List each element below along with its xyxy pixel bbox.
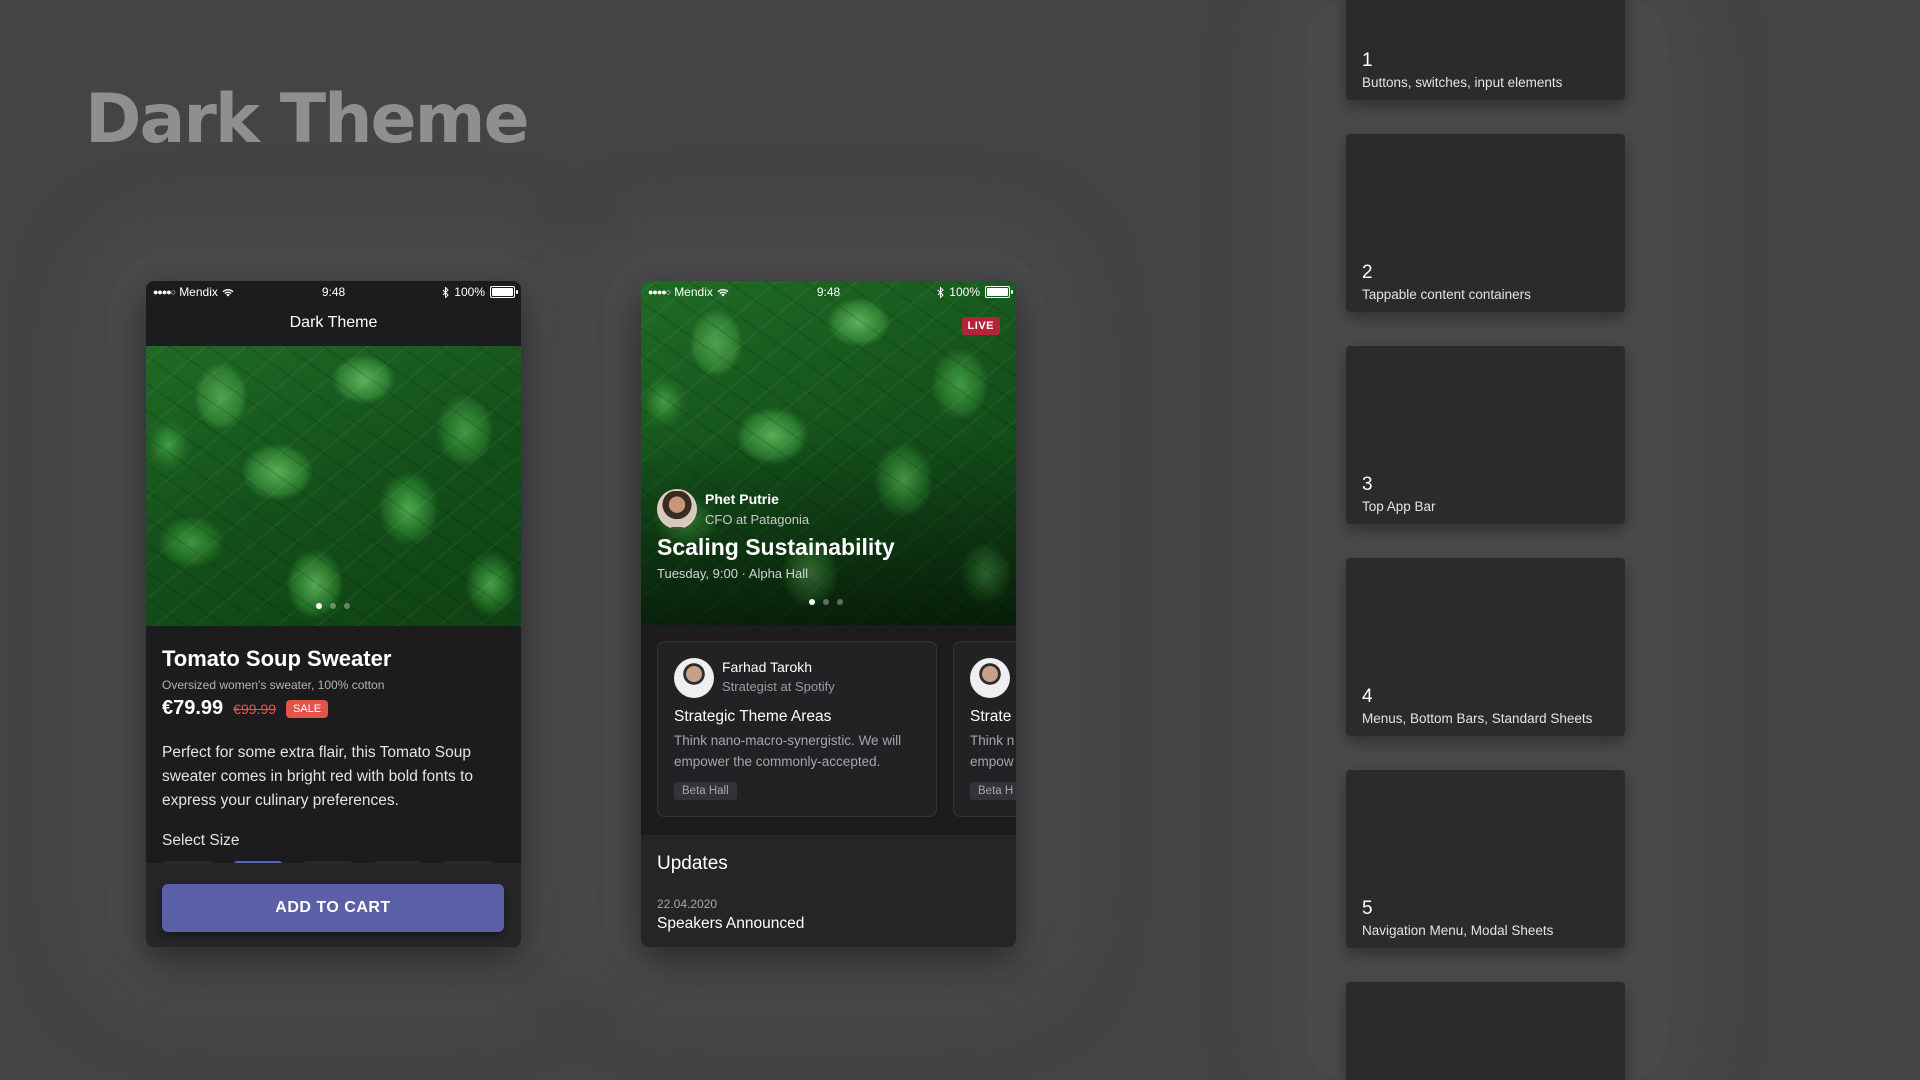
category-card[interactable]: 3 Top App Bar: [1346, 346, 1625, 524]
session-description: Think nano-macro-synergistic. We will em…: [674, 733, 902, 769]
select-size-label: Select Size: [162, 832, 240, 849]
category-label: Tappable content containers: [1362, 287, 1531, 302]
product-description: Perfect for some extra flair, this Tomat…: [162, 744, 474, 809]
carousel-indicator[interactable]: [316, 603, 350, 609]
category-label: Buttons, switches, input elements: [1362, 75, 1563, 90]
category-number: 2: [1362, 262, 1373, 283]
session-card[interactable]: Farhad Tarokh Strategist at Spotify Stra…: [657, 641, 937, 817]
page-title: Dark Theme: [85, 80, 530, 159]
speaker-avatar: [970, 658, 1010, 698]
hero-speaker-role: CFO at Patagonia: [705, 512, 810, 527]
product-image[interactable]: [146, 346, 521, 626]
carousel-dot[interactable]: [809, 599, 815, 605]
bluetooth-icon: [442, 286, 450, 298]
carousel-dot[interactable]: [823, 599, 829, 605]
price: €79.99: [162, 697, 224, 719]
category-card[interactable]: [1346, 982, 1625, 1080]
live-badge: LIVE: [961, 317, 1000, 335]
session-location-tag: Beta H: [970, 782, 1016, 800]
carousel-indicator[interactable]: [809, 599, 843, 605]
price-row: €79.99 €99.99 SALE: [162, 697, 329, 720]
session-location-tag: Beta Hall: [674, 782, 737, 800]
status-bar: ●●●●○ Mendix 9:48 100%: [146, 281, 521, 303]
battery-percent: 100%: [454, 285, 485, 299]
product-subtitle: Oversized women's sweater, 100% cotton: [162, 678, 385, 692]
session-title: Strategic Theme Areas: [674, 708, 832, 725]
product-name: Tomato Soup Sweater: [162, 646, 392, 671]
session-card[interactable]: Strate Think n empow Beta H: [953, 641, 1016, 817]
battery-percent: 100%: [949, 285, 980, 299]
category-card[interactable]: 4 Menus, Bottom Bars, Standard Sheets: [1346, 558, 1625, 736]
add-to-cart-button[interactable]: ADD TO CART: [162, 884, 504, 932]
battery-icon: [490, 286, 518, 298]
updates-title: Updates: [657, 853, 728, 874]
category-number: 3: [1362, 474, 1373, 495]
category-label: Top App Bar: [1362, 499, 1436, 514]
speaker-avatar: [674, 658, 714, 698]
category-number: 4: [1362, 686, 1373, 707]
category-card[interactable]: 5 Navigation Menu, Modal Sheets: [1346, 770, 1625, 948]
update-headline[interactable]: Speakers Announced: [657, 915, 804, 933]
category-label: Navigation Menu, Modal Sheets: [1362, 923, 1554, 938]
session-description: Think n empow: [970, 733, 1015, 769]
app-bar-title: Dark Theme: [289, 314, 378, 331]
category-card[interactable]: 2 Tappable content containers: [1346, 134, 1625, 312]
battery-icon: [985, 286, 1013, 298]
event-phone-screen: ●●●●○ Mendix 9:48 100% LIVE Phet Putrie …: [641, 281, 1016, 947]
carousel-dot[interactable]: [330, 603, 336, 609]
carousel-dot[interactable]: [316, 603, 322, 609]
event-content: Farhad Tarokh Strategist at Spotify Stra…: [641, 625, 1016, 947]
category-number: 1: [1362, 50, 1373, 71]
old-price: €99.99: [233, 700, 276, 717]
category-number: 5: [1362, 898, 1373, 919]
status-bar: ●●●●○ Mendix 9:48 100%: [641, 281, 1016, 303]
updates-section: Updates 22.04.2020 Speakers Announced: [641, 835, 1016, 947]
sale-badge: SALE: [286, 699, 329, 718]
bluetooth-icon: [937, 286, 945, 298]
hero-speaker-name: Phet Putrie: [705, 491, 779, 507]
session-title: Strate: [970, 708, 1012, 725]
carousel-dot[interactable]: [837, 599, 843, 605]
session-speaker-role: Strategist at Spotify: [722, 679, 835, 694]
product-phone-screen: ●●●●○ Mendix 9:48 100% Dark Theme Tomato…: [146, 281, 521, 947]
carousel-dot[interactable]: [344, 603, 350, 609]
top-app-bar: Dark Theme: [146, 303, 521, 346]
category-card[interactable]: 1 Buttons, switches, input elements: [1346, 0, 1625, 100]
hero-event-title[interactable]: Scaling Sustainability: [657, 534, 895, 561]
speaker-avatar: [657, 489, 697, 529]
session-speaker-name: Farhad Tarokh: [722, 659, 813, 675]
hero-event-meta: Tuesday, 9:00 · Alpha Hall: [657, 566, 809, 581]
category-label: Menus, Bottom Bars, Standard Sheets: [1362, 711, 1593, 726]
update-date: 22.04.2020: [657, 897, 718, 911]
